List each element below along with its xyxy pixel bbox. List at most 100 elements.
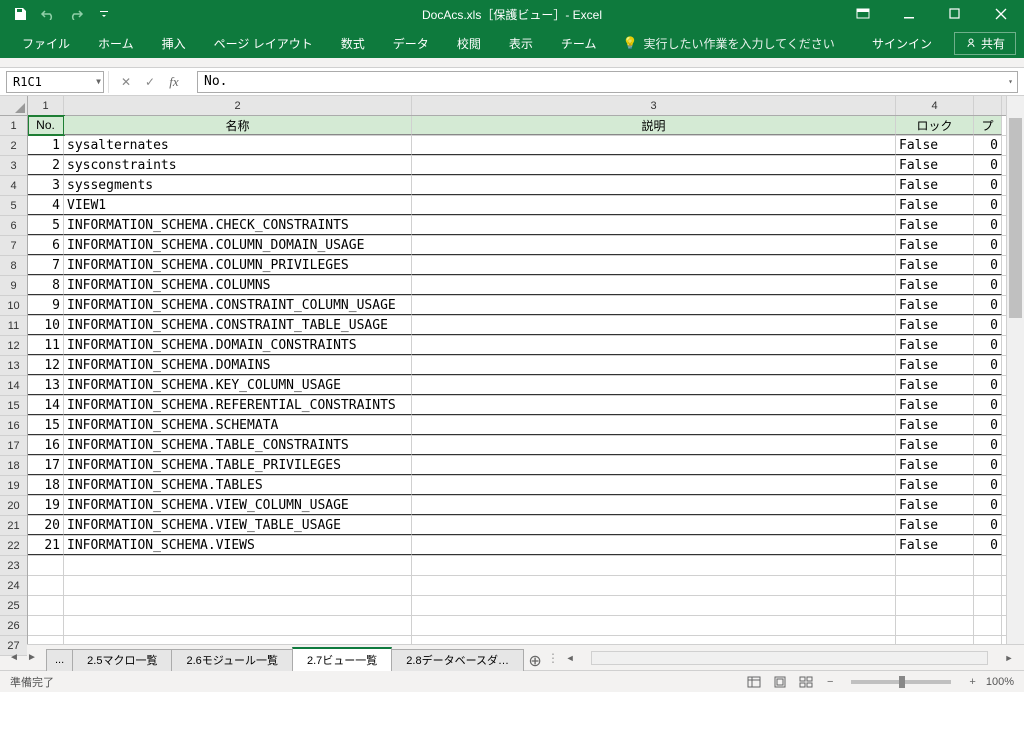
horizontal-scrollbar[interactable]: [591, 651, 988, 665]
minimize-button[interactable]: [886, 0, 932, 28]
cell-no[interactable]: 7: [28, 256, 64, 275]
cell-z[interactable]: 0: [974, 256, 1002, 275]
row-header[interactable]: 18: [0, 456, 27, 476]
cell-z[interactable]: 0: [974, 176, 1002, 195]
cell-name[interactable]: INFORMATION_SCHEMA.DOMAINS: [64, 356, 412, 375]
view-page-layout-button[interactable]: [769, 673, 791, 691]
cell-z[interactable]: 0: [974, 416, 1002, 435]
cell-desc[interactable]: [412, 376, 896, 395]
cell-lock[interactable]: False: [896, 336, 974, 355]
cell-no[interactable]: 4: [28, 196, 64, 215]
tab-review[interactable]: 校閲: [443, 28, 495, 58]
cell[interactable]: [896, 576, 974, 595]
cell-z[interactable]: 0: [974, 476, 1002, 495]
row-header[interactable]: 21: [0, 516, 27, 536]
row-header[interactable]: 5: [0, 196, 27, 216]
sheet-tab-module[interactable]: 2.6モジュール一覧: [171, 649, 293, 671]
cell-desc[interactable]: [412, 236, 896, 255]
row-header[interactable]: 25: [0, 596, 27, 616]
cell-no[interactable]: 5: [28, 216, 64, 235]
cell-desc[interactable]: [412, 536, 896, 555]
cell-name[interactable]: INFORMATION_SCHEMA.REFERENTIAL_CONSTRAIN…: [64, 396, 412, 415]
tab-home[interactable]: ホーム: [84, 28, 148, 58]
expand-formula-bar-icon[interactable]: ▾: [1008, 77, 1013, 86]
cell-desc[interactable]: [412, 276, 896, 295]
cell-desc[interactable]: [412, 416, 896, 435]
view-page-break-button[interactable]: [795, 673, 817, 691]
cell-z[interactable]: 0: [974, 276, 1002, 295]
signin-link[interactable]: サインイン: [858, 28, 946, 58]
col-header-4[interactable]: 4: [896, 96, 974, 115]
cell-lock[interactable]: False: [896, 216, 974, 235]
sheet-nav-prev[interactable]: ◄: [6, 650, 22, 666]
cell-z[interactable]: 0: [974, 236, 1002, 255]
redo-button[interactable]: [64, 2, 88, 26]
cell-lock[interactable]: False: [896, 476, 974, 495]
cell[interactable]: [896, 616, 974, 635]
cell-desc[interactable]: [412, 156, 896, 175]
cell-name[interactable]: INFORMATION_SCHEMA.KEY_COLUMN_USAGE: [64, 376, 412, 395]
cell-lock[interactable]: False: [896, 416, 974, 435]
cell[interactable]: [28, 556, 64, 575]
cell[interactable]: [896, 596, 974, 615]
sheet-tab-macro[interactable]: 2.5マクロ一覧: [72, 649, 172, 671]
sheet-nav-next[interactable]: ►: [24, 650, 40, 666]
cell-z[interactable]: 0: [974, 296, 1002, 315]
cell-no[interactable]: 14: [28, 396, 64, 415]
row-header[interactable]: 23: [0, 556, 27, 576]
cell-no[interactable]: 10: [28, 316, 64, 335]
cell[interactable]: [974, 556, 1002, 575]
cell-no[interactable]: 20: [28, 516, 64, 535]
tell-me-search[interactable]: 💡 実行したい作業を入力してください: [622, 35, 834, 52]
cell-no[interactable]: 21: [28, 536, 64, 555]
cell-no[interactable]: 6: [28, 236, 64, 255]
zoom-out-button[interactable]: −: [827, 676, 833, 688]
sheet-splitter[interactable]: ⋮: [547, 651, 555, 665]
cell-z[interactable]: 0: [974, 196, 1002, 215]
cell-name[interactable]: INFORMATION_SCHEMA.CHECK_CONSTRAINTS: [64, 216, 412, 235]
hscroll-left-icon[interactable]: ◄: [563, 651, 577, 665]
cell-z[interactable]: 0: [974, 396, 1002, 415]
add-sheet-button[interactable]: ⊕: [523, 651, 547, 671]
cell-no[interactable]: 11: [28, 336, 64, 355]
cell[interactable]: [64, 636, 412, 644]
zoom-slider[interactable]: [851, 680, 951, 684]
row-header[interactable]: 2: [0, 136, 27, 156]
zoom-thumb[interactable]: [899, 676, 905, 688]
cell[interactable]: [412, 636, 896, 644]
col-header-5[interactable]: [974, 96, 1002, 115]
row-header[interactable]: 24: [0, 576, 27, 596]
cell-no[interactable]: 1: [28, 136, 64, 155]
cell[interactable]: [974, 636, 1002, 644]
tab-data[interactable]: データ: [379, 28, 443, 58]
select-all-button[interactable]: [0, 96, 27, 116]
cell-lock[interactable]: False: [896, 456, 974, 475]
col-header-3[interactable]: 3: [412, 96, 896, 115]
cell-desc[interactable]: [412, 216, 896, 235]
cell-lock[interactable]: False: [896, 396, 974, 415]
cell[interactable]: [412, 596, 896, 615]
tab-team[interactable]: チーム: [547, 28, 611, 58]
row-header[interactable]: 16: [0, 416, 27, 436]
cell-name[interactable]: INFORMATION_SCHEMA.TABLES: [64, 476, 412, 495]
hscroll-right-icon[interactable]: ►: [1002, 651, 1016, 665]
cell[interactable]: [28, 596, 64, 615]
cell-desc[interactable]: [412, 136, 896, 155]
zoom-in-button[interactable]: +: [969, 676, 975, 688]
share-button[interactable]: 共有: [954, 32, 1016, 55]
row-header[interactable]: 15: [0, 396, 27, 416]
cell[interactable]: [896, 556, 974, 575]
cell-z[interactable]: 0: [974, 156, 1002, 175]
cell-lock[interactable]: False: [896, 136, 974, 155]
formula-input[interactable]: No. ▾: [197, 71, 1018, 93]
cell-z[interactable]: 0: [974, 336, 1002, 355]
cell-header-no[interactable]: No.: [28, 116, 64, 135]
cell[interactable]: [974, 576, 1002, 595]
cell-z[interactable]: 0: [974, 536, 1002, 555]
cell-header-name[interactable]: 名称: [64, 116, 412, 135]
tab-formulas[interactable]: 数式: [327, 28, 379, 58]
cell-name[interactable]: INFORMATION_SCHEMA.VIEWS: [64, 536, 412, 555]
cell-desc[interactable]: [412, 456, 896, 475]
cell-name[interactable]: INFORMATION_SCHEMA.CONSTRAINT_TABLE_USAG…: [64, 316, 412, 335]
cell-no[interactable]: 3: [28, 176, 64, 195]
